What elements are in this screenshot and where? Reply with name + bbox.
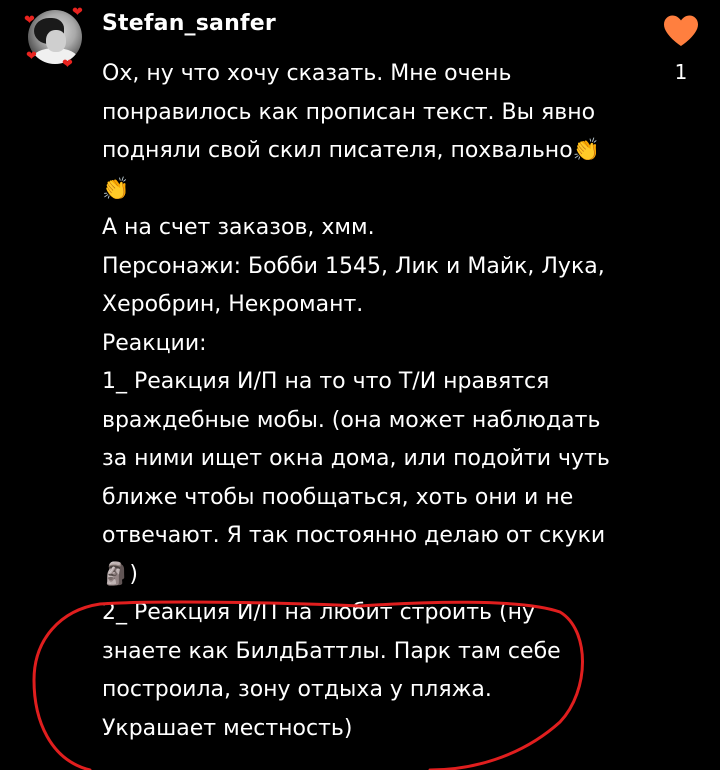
heart-decoration-icon: ❤: [62, 57, 73, 72]
comment-text: Ох, ну что хочу сказать. Мне очень понра…: [102, 61, 610, 741]
heart-icon[interactable]: [662, 14, 700, 48]
username[interactable]: Stefan_sanfer: [102, 11, 276, 36]
heart-decoration-icon: ❤: [72, 5, 83, 20]
heart-decoration-icon: ❤: [26, 49, 37, 64]
avatar[interactable]: ❤ ❤ ❤ ❤: [24, 6, 84, 71]
heart-decoration-icon: ❤: [24, 13, 35, 28]
like-count: 1: [674, 60, 688, 84]
comment-card: ❤ ❤ ❤ ❤ Stefan_sanfer Ох, ну что хочу ск…: [0, 0, 720, 770]
